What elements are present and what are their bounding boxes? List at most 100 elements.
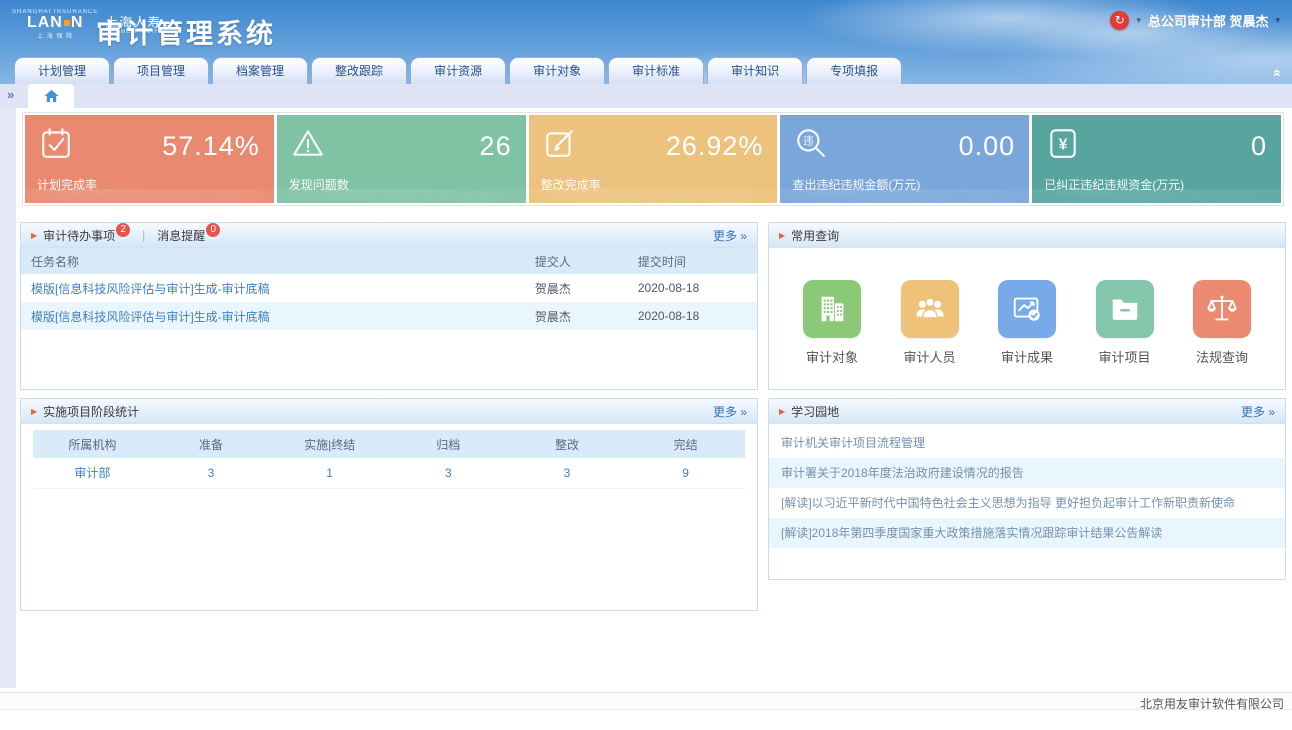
bullet-icon: ▶ [779,231,785,240]
stat-value: 57.14% [162,131,260,162]
count-rectify-link[interactable]: 3 [564,466,571,480]
quick-item-audit-personnel[interactable]: 审计人员 [895,280,965,366]
message-remind-tab[interactable]: 消息提醒 [157,227,205,244]
tab-special-report[interactable]: 专项填报 [806,57,902,84]
footer-company: 北京用友审计软件有限公司 [1140,695,1284,712]
user-area: ↻ ▾ 总公司审计部 贺晨杰 ▾ [1110,9,1280,31]
chart-check-icon [998,280,1056,338]
panel-header: ▶ 常用查询 [769,223,1285,248]
stat-label: 计划完成率 [37,176,97,193]
scales-icon [1193,280,1251,338]
col-header-complete: 完结 [626,430,745,458]
folder-icon [1096,280,1154,338]
list-item[interactable]: [解读]2018年第四季度国家重大政策措施落实情况跟踪审计结果公告解读 [769,518,1285,548]
count-complete-link[interactable]: 9 [682,466,689,480]
table-row: 模版[信息科技风险评估与审计]生成-审计底稿 贺晨杰 2020-08-18 [21,302,757,330]
todo-task-link[interactable]: 模版[信息科技风险评估与审计]生成-审计底稿 [31,310,270,324]
stat-card-corrected-funds[interactable]: ¥ 0 已纠正违纪违规资金(万元) [1032,115,1281,203]
cell-time: 2020-08-18 [632,274,757,302]
search-violation-icon: 违 [794,126,828,160]
logo-cn-small: 上 海 保 险 [12,31,98,40]
quick-item-regulation-query[interactable]: 法规查询 [1187,280,1257,366]
bullet-icon: ▶ [31,407,37,416]
list-item[interactable]: 审计机关审计项目流程管理 [769,428,1285,458]
building-icon [803,280,861,338]
expand-tabs-icon[interactable]: » [7,87,14,102]
quick-item-label: 审计对象 [797,347,867,366]
quick-query-title: 常用查询 [791,227,839,244]
quick-item-label: 审计人员 [895,347,965,366]
tab-archive-mgmt[interactable]: 档案管理 [212,57,308,84]
learning-more-link[interactable]: 更多 » [1241,403,1275,420]
tab-plan-mgmt[interactable]: 计划管理 [14,57,110,84]
chevron-down-icon[interactable]: ▾ [1275,15,1280,26]
learning-title: 学习园地 [791,403,839,420]
todo-tab[interactable]: 审计待办事项 [43,227,115,244]
app-header: SHANGHAI INSURANCE LANN 上 海 保 险 上海人寿 SHA… [0,0,1292,84]
user-org-name[interactable]: 总公司审计部 贺晨杰 [1148,11,1269,30]
panel-quick-query: ▶ 常用查询 [768,222,1286,390]
stat-card-violation-amount[interactable]: 违 0.00 查出违纪违规金额(万元) [780,115,1029,203]
col-header-submitter: 提交人 [529,248,632,274]
quick-item-audit-projects[interactable]: 审计项目 [1090,280,1160,366]
col-header-task: 任务名称 [21,248,529,274]
stat-value: 26 [480,131,512,162]
panel-audit-todo: ▶ 审计待办事项 2 | 消息提醒 0 更多 » 任务名称 提交人 提交时间 模… [20,222,758,390]
count-archive-link[interactable]: 3 [445,466,452,480]
page-title: 审计管理系统 [96,12,276,51]
panel-header: ▶ 审计待办事项 2 | 消息提醒 0 更多 » [21,223,757,248]
quick-item-audit-object[interactable]: 审计对象 [797,280,867,366]
edit-icon [543,126,577,160]
calendar-check-icon [39,126,73,160]
quick-item-label: 法规查询 [1187,347,1257,366]
home-icon [44,89,59,103]
tab-audit-knowledge[interactable]: 审计知识 [707,57,803,84]
stat-card-issues-found[interactable]: 26 发现问题数 [277,115,526,203]
svg-text:¥: ¥ [1059,136,1068,153]
message-count-badge: 0 [206,223,220,237]
tab-audit-object[interactable]: 审计对象 [509,57,605,84]
open-tabs-bar: » [0,84,1292,108]
people-icon [901,280,959,338]
stat-label: 已纠正违纪违规资金(万元) [1044,176,1184,193]
footer: 北京用友审计软件有限公司 [0,692,1292,710]
todo-count-badge: 2 [116,223,130,237]
learning-list: 审计机关审计项目流程管理 审计署关于2018年度法治政府建设情况的报告 [解读]… [769,428,1285,548]
todo-task-link[interactable]: 模版[信息科技风险评估与审计]生成-审计底稿 [31,282,270,296]
tab-audit-resource[interactable]: 审计资源 [410,57,506,84]
count-implement-link[interactable]: 1 [326,466,333,480]
quick-item-audit-results[interactable]: 审计成果 [992,280,1062,366]
tab-project-mgmt[interactable]: 项目管理 [113,57,209,84]
stat-value: 26.92% [666,131,764,162]
home-tab[interactable] [28,84,74,108]
stage-more-link[interactable]: 更多 » [713,403,747,420]
stat-card-rectify-completion[interactable]: 26.92% 整改完成率 [529,115,778,203]
table-row: 审计部 3 1 3 3 9 [33,458,745,488]
yen-icon: ¥ [1046,126,1080,160]
tab-audit-standard[interactable]: 审计标准 [608,57,704,84]
quick-query-body: 审计对象 审计人员 [769,248,1285,366]
chevron-down-icon[interactable]: ▾ [1136,15,1141,26]
panel-header: ▶ 实施项目阶段统计 更多 » [21,399,757,424]
logo-orange-square-icon [64,20,70,26]
stat-label: 发现问题数 [289,176,349,193]
svg-text:违: 违 [803,136,814,148]
collapse-up-icon[interactable]: « [1272,69,1284,77]
left-edge-strip [0,108,16,688]
cell-submitter: 贺晨杰 [529,274,632,302]
stat-card-plan-completion[interactable]: 57.14% 计划完成率 [25,115,274,203]
bullet-icon: ▶ [779,407,785,416]
notification-icon[interactable]: ↻ [1110,11,1129,30]
tab-rectify-track[interactable]: 整改跟踪 [311,57,407,84]
list-item[interactable]: [解读]以习近平新时代中国特色社会主义思想为指导 更好担负起审计工作新职责新使命 [769,488,1285,518]
main-nav-tabs: 计划管理 项目管理 档案管理 整改跟踪 审计资源 审计对象 审计标准 审计知识 … [14,57,902,84]
stage-table: 所属机构 准备 实施|终结 归档 整改 完结 审计部 3 1 3 3 9 [33,430,745,489]
list-item[interactable]: 审计署关于2018年度法治政府建设情况的报告 [769,458,1285,488]
panel-header: ▶ 学习园地 更多 » [769,399,1285,424]
cell-submitter: 贺晨杰 [529,302,632,330]
org-link[interactable]: 审计部 [74,466,110,480]
count-prepare-link[interactable]: 3 [208,466,215,480]
quick-item-label: 审计项目 [1090,347,1160,366]
cell-time: 2020-08-18 [632,302,757,330]
todo-more-link[interactable]: 更多 » [713,227,747,244]
